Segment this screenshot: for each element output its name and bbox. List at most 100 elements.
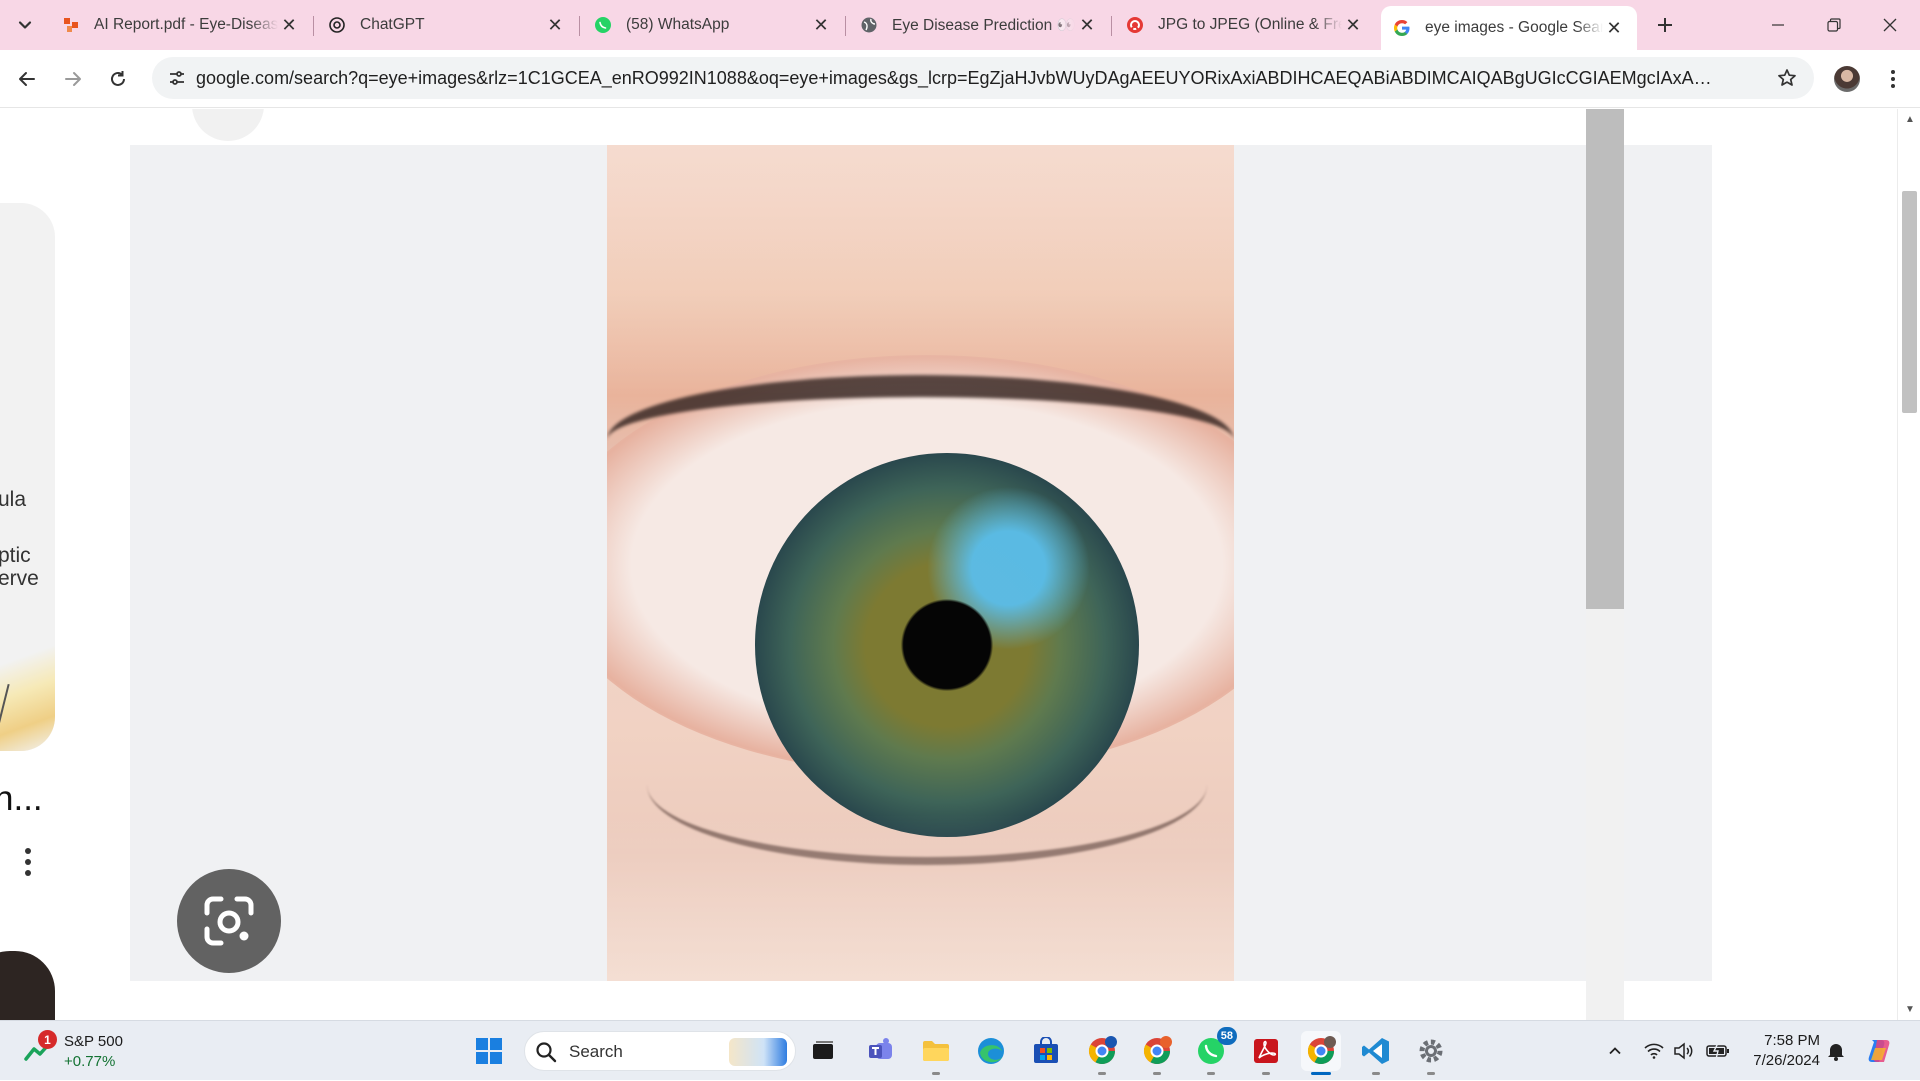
close-tab-icon[interactable]: ✕ [1603, 17, 1625, 39]
wifi-icon [1644, 1043, 1664, 1059]
store-button[interactable] [1026, 1031, 1066, 1071]
acrobat-button[interactable] [1246, 1031, 1286, 1075]
running-indicator [1153, 1072, 1161, 1075]
wifi-status[interactable] [1642, 1021, 1666, 1081]
preview-scrollbar[interactable] [1586, 109, 1624, 1020]
chrome-icon [1088, 1036, 1117, 1065]
copilot-button[interactable] [1862, 1021, 1896, 1081]
running-indicator [1098, 1072, 1106, 1075]
whatsapp-favicon [594, 16, 612, 34]
vscode-icon [1362, 1038, 1389, 1064]
preview-header-avatar [192, 109, 264, 141]
tab-eye-disease-prediction[interactable]: Eye Disease Prediction 👀 ✕ [848, 8, 1110, 42]
browser-menu-button[interactable] [1880, 64, 1906, 94]
browser-toolbar: google.com/search?q=eye+images&rlz=1C1GC… [0, 50, 1920, 108]
reload-button[interactable] [103, 64, 133, 94]
file-explorer-button[interactable] [916, 1031, 956, 1075]
chevron-up-icon [1609, 1047, 1621, 1055]
running-indicator [1372, 1072, 1380, 1075]
unread-count-badge: 58 [1216, 1027, 1237, 1045]
close-tab-icon[interactable]: ✕ [1342, 14, 1364, 36]
chrome-profile-p-alt-button[interactable] [1137, 1031, 1177, 1075]
taskbar-search[interactable]: Search [524, 1031, 796, 1071]
edge-button[interactable] [971, 1031, 1011, 1071]
close-tab-icon[interactable]: ✕ [278, 14, 300, 36]
folder-icon [923, 1041, 949, 1061]
diagram-label-fragment: ula [0, 488, 27, 511]
taskview-button[interactable] [803, 1031, 843, 1071]
tab-title: eye images - Google Search [1425, 19, 1603, 36]
profile-avatar[interactable] [1834, 66, 1860, 92]
tab-whatsapp[interactable]: (58) WhatsApp ✕ [582, 8, 844, 42]
settings-button[interactable] [1411, 1031, 1451, 1075]
active-indicator [1311, 1072, 1331, 1075]
preview-scrollbar-thumb[interactable] [1586, 109, 1624, 609]
show-hidden-icons-button[interactable] [1602, 1021, 1628, 1081]
site-info-icon[interactable] [162, 63, 192, 93]
scroll-up-icon[interactable]: ▲ [1903, 112, 1917, 126]
result-title-fragment[interactable]: n... [0, 779, 43, 819]
battery-charging-icon [1706, 1043, 1729, 1059]
tab-strip: AI Report.pdf - Eye-Disease ✕ ChatGPT ✕ … [0, 0, 1920, 50]
volume-status[interactable] [1672, 1021, 1696, 1081]
tab-separator [845, 16, 846, 36]
running-indicator [1427, 1072, 1435, 1075]
preview-stage [130, 145, 1712, 981]
minimize-button[interactable] [1750, 0, 1806, 50]
close-tab-icon[interactable]: ✕ [544, 14, 566, 36]
tab-search-button[interactable] [10, 10, 40, 40]
chrome-profile-p-button[interactable] [1082, 1031, 1122, 1075]
teams-button[interactable] [861, 1031, 901, 1071]
url-text[interactable]: google.com/search?q=eye+images&rlz=1C1GC… [196, 68, 1716, 89]
bookmark-star-icon[interactable] [1774, 65, 1800, 91]
tab-jpg-to-jpeg[interactable]: JPG to JPEG (Online & Free ✕ [1114, 8, 1376, 42]
bell-icon [1828, 1044, 1844, 1061]
close-window-button[interactable] [1862, 0, 1918, 50]
stock-widget[interactable]: 1 S&P 500 +0.77% [22, 1030, 132, 1073]
diagram-label-fragment: erve [0, 567, 39, 590]
clock-time: 7:58 PM [1764, 1032, 1820, 1049]
address-bar[interactable]: google.com/search?q=eye+images&rlz=1C1GC… [152, 57, 1814, 99]
close-tab-icon[interactable]: ✕ [810, 14, 832, 36]
converter-favicon [1126, 16, 1144, 34]
page-scrollbar[interactable]: ▲ ▼ [1897, 109, 1920, 1020]
tab-title: ChatGPT [360, 16, 425, 33]
preview-image-eye[interactable] [607, 145, 1234, 981]
tab-eye-images-google[interactable]: eye images - Google Search ✕ [1381, 6, 1637, 50]
whatsapp-button[interactable]: 58 [1191, 1027, 1237, 1075]
system-clock[interactable]: 7:58 PM 7/26/2024 [1740, 1031, 1820, 1071]
close-icon [1883, 18, 1897, 32]
edge-icon [978, 1038, 1004, 1064]
restore-button[interactable] [1806, 0, 1862, 50]
notifications-button[interactable] [1826, 1021, 1846, 1081]
result-more-options[interactable] [18, 842, 38, 882]
partial-result-thumbnail[interactable] [0, 951, 55, 1020]
chrome-active-button[interactable] [1301, 1031, 1341, 1075]
scroll-down-icon[interactable]: ▼ [1903, 1002, 1917, 1016]
close-tab-icon[interactable]: ✕ [1076, 14, 1098, 36]
tab-ai-report[interactable]: AI Report.pdf - Eye-Disease ✕ [50, 8, 312, 42]
google-lens-button[interactable] [177, 869, 281, 973]
tab-chatgpt[interactable]: ChatGPT ✕ [316, 8, 578, 42]
image-preview-panel [130, 109, 1712, 1020]
battery-status[interactable] [1704, 1021, 1732, 1081]
forward-button[interactable] [58, 64, 88, 94]
chrome-icon [1143, 1036, 1172, 1065]
reload-icon [111, 71, 125, 86]
minimize-icon [1772, 24, 1784, 26]
page-scrollbar-thumb[interactable] [1902, 191, 1917, 413]
vscode-button[interactable] [1356, 1031, 1396, 1075]
task-view-icon [813, 1041, 833, 1059]
tab-separator [313, 16, 314, 36]
chatgpt-favicon [328, 16, 346, 34]
gear-icon [1419, 1039, 1443, 1063]
partial-result-card[interactable] [0, 203, 55, 751]
chevron-down-icon [18, 21, 32, 29]
new-tab-button[interactable] [1650, 10, 1680, 40]
notification-badge: 1 [38, 1030, 57, 1049]
more-vert-icon [25, 848, 31, 876]
arrow-left-icon [19, 72, 35, 86]
running-indicator [1207, 1072, 1215, 1075]
back-button[interactable] [12, 64, 42, 94]
start-button[interactable] [469, 1031, 509, 1071]
